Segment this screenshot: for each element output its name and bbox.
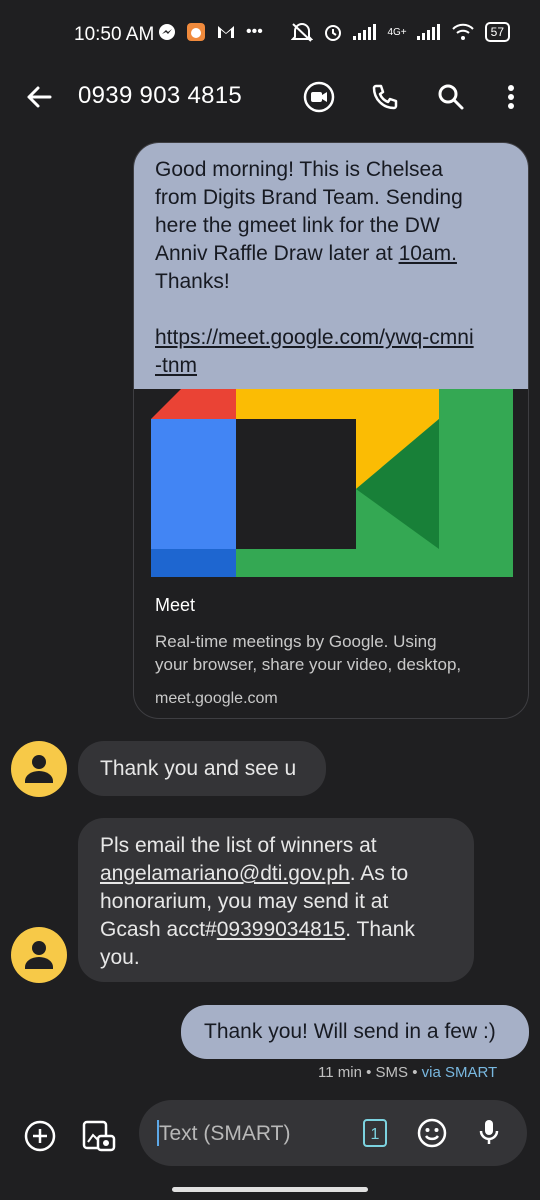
message-line: Gcash acct#09399034815. Thank [100, 916, 460, 944]
message-line: Good morning! This is Chelsea [155, 158, 443, 181]
microphone-icon[interactable] [473, 1116, 505, 1148]
emoji-icon[interactable] [416, 1117, 448, 1149]
signal-icon [353, 24, 377, 40]
message-line: angelamariano@dti.gov.ph. As to [100, 860, 460, 888]
via-carrier: via SMART [421, 1064, 498, 1081]
email-link[interactable]: angelamariano@dti.gov.ph [100, 862, 350, 885]
link-preview-meta: Meet Real-time meetings by Google. Using… [155, 595, 515, 708]
message-type: SMS [375, 1064, 409, 1081]
phone-number-link[interactable]: 09399034815 [217, 918, 345, 941]
mute-icon [291, 23, 314, 42]
gesture-nav-handle[interactable] [172, 1187, 368, 1192]
message-input[interactable]: Text (SMART) 1 [139, 1100, 527, 1166]
message-status: 11 min • SMS • via SMART [318, 1064, 497, 1081]
signal-icon-2 [416, 24, 440, 40]
wifi-icon [451, 23, 474, 40]
preview-desc-line: Real-time meetings by Google. Using [155, 632, 437, 651]
preview-desc-line: your browser, share your video, desktop, [155, 655, 462, 674]
time-link[interactable]: 10am. [399, 242, 457, 265]
network-type: 4G+ [387, 26, 407, 38]
preview-description: Real-time meetings by Google. Using your… [155, 630, 515, 676]
preview-title: Meet [155, 595, 196, 615]
message-line-text: Gcash acct# [100, 918, 217, 941]
incoming-message[interactable]: Pls email the list of winners at angelam… [78, 818, 474, 982]
phone-icon[interactable] [368, 80, 402, 114]
incoming-message[interactable]: Thank you and see u [78, 741, 326, 796]
meet-logo-preview[interactable] [151, 389, 513, 577]
outgoing-message-link-preview[interactable]: Good morning! This is Chelsea from Digit… [133, 142, 529, 719]
message-line: Anniv Raffle Draw later at 10am. [155, 240, 506, 268]
gallery-icon[interactable] [80, 1118, 116, 1154]
battery-icon: 57 [484, 22, 510, 42]
more-options-icon[interactable] [494, 80, 528, 114]
message-text: Thank you and see u [100, 757, 297, 780]
message-line-text: . Thank [345, 918, 415, 941]
separator: • [408, 1064, 422, 1081]
notification-icons: ••• [158, 22, 263, 42]
message-line: honorarium, you may send it at [100, 890, 389, 913]
video-call-icon[interactable] [302, 80, 336, 114]
sim-selector-icon[interactable]: 1 [363, 1119, 387, 1147]
status-time: 10:50 AM [74, 24, 155, 45]
composer-bar: Text (SMART) 1 [0, 1100, 540, 1170]
preview-domain: meet.google.com [155, 690, 278, 707]
contact-number: 0939 903 4815 [78, 82, 243, 109]
avatar[interactable] [11, 927, 67, 983]
message-line: Thanks! [155, 270, 230, 293]
message-line: Pls email the list of winners at [100, 834, 377, 857]
separator: • [361, 1064, 376, 1081]
message-placeholder: Text (SMART) [159, 1122, 291, 1145]
search-icon[interactable] [434, 80, 468, 114]
more-notifications-icon: ••• [246, 23, 263, 40]
avatar[interactable] [11, 741, 67, 797]
system-icons: 4G+ 57 [291, 22, 510, 42]
status-bar: 10:50 AM ••• 4G+ 57 [0, 0, 540, 70]
add-attachment-icon[interactable] [24, 1120, 56, 1152]
alarm-icon [325, 25, 342, 41]
meet-link[interactable]: https://meet.google.com/ywq-cmni [155, 324, 506, 352]
meet-link-cont[interactable]: -tnm [155, 352, 506, 380]
outgoing-message[interactable]: Thank you! Will send in a few :) [181, 1005, 529, 1059]
message-text: Thank you! Will send in a few :) [204, 1020, 496, 1043]
message-text: Pls email the list of winners at angelam… [100, 832, 460, 972]
person-icon [25, 755, 53, 783]
message-line-text: . As to [349, 862, 409, 885]
person-icon [25, 941, 53, 969]
gmail-icon [218, 26, 234, 38]
message-line: here the gmeet link for the DW [155, 214, 440, 237]
message-time: 11 min [318, 1064, 362, 1081]
message-line: you. [100, 946, 140, 969]
app-bar: 0939 903 4815 [0, 70, 540, 126]
messenger-icon [159, 24, 175, 40]
message-line: from Digits Brand Team. Sending [155, 186, 463, 209]
alarm-app-icon [187, 23, 205, 41]
message-line-text: Anniv Raffle Draw later at [155, 242, 399, 265]
back-arrow-icon[interactable] [24, 82, 54, 112]
message-text: Good morning! This is Chelsea from Digit… [134, 143, 528, 389]
